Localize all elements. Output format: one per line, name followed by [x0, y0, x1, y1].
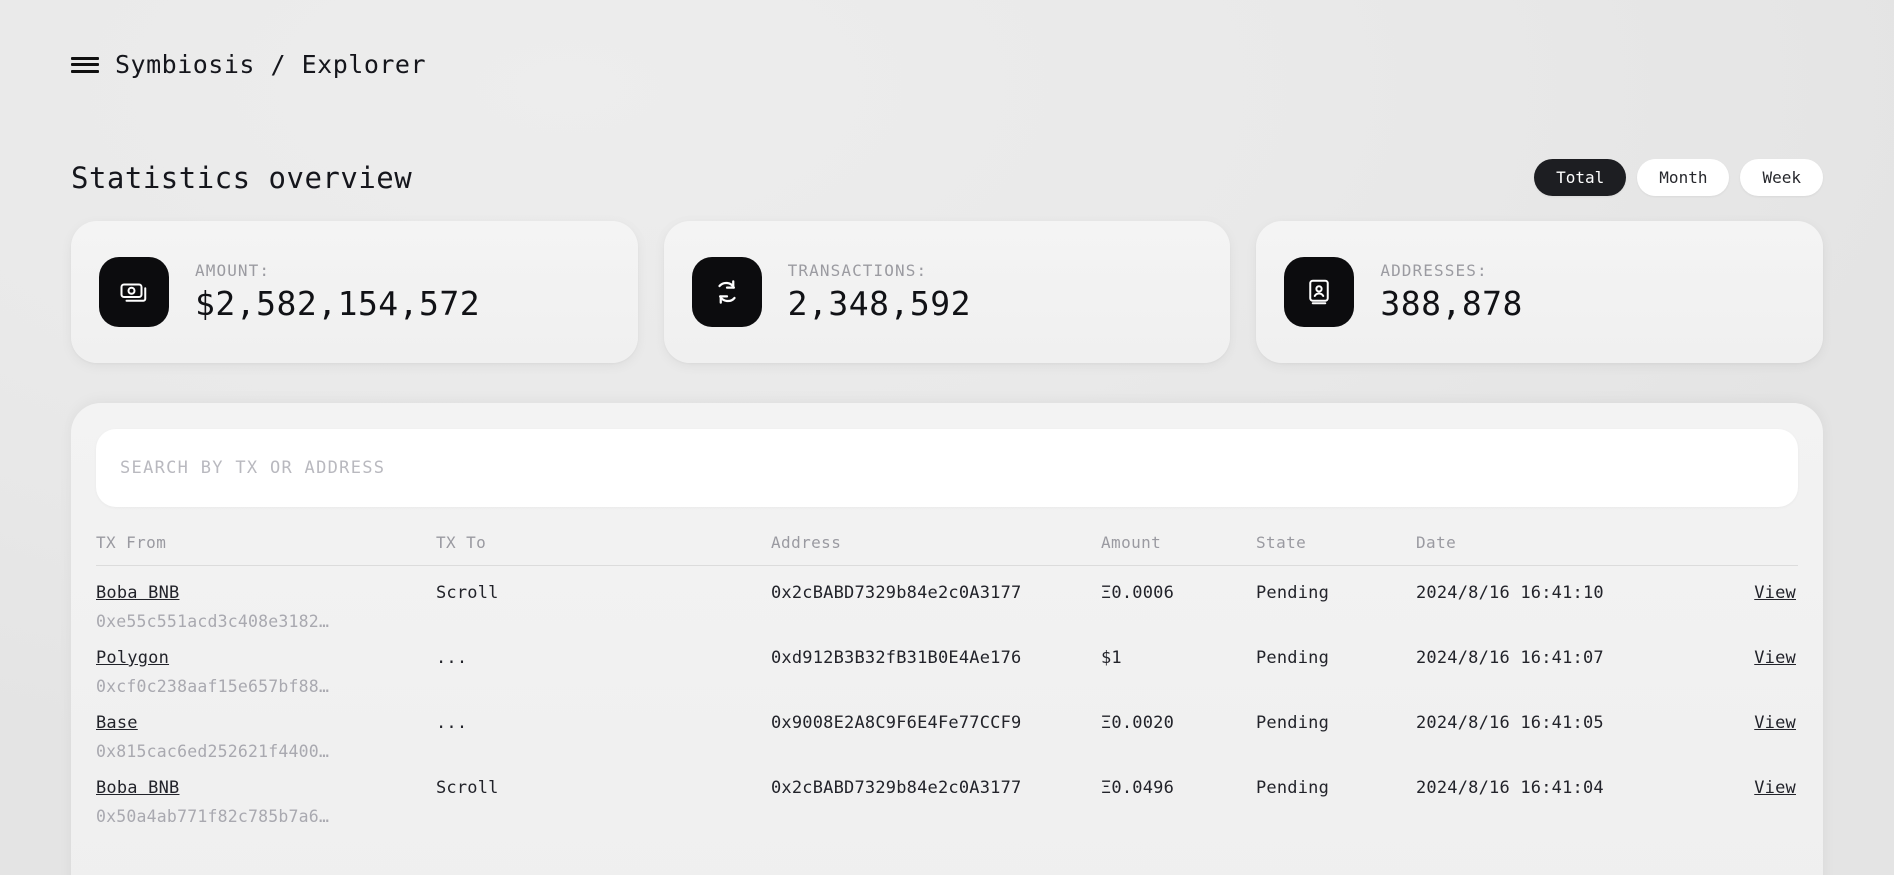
table-row: Base 0x815cac6ed252621f4400… ... 0x9008E…	[96, 696, 1798, 761]
view-transaction-link[interactable]: View	[1754, 648, 1798, 668]
stat-value-amount: $2,582,154,572	[195, 284, 481, 323]
table-header-row: TX From TX To Address Amount State Date	[96, 533, 1798, 566]
swap-arrows-icon	[691, 257, 762, 327]
column-header-tx-from: TX From	[96, 533, 436, 566]
tx-from-chain-link[interactable]: Polygon	[96, 648, 169, 668]
top-bar: Symbiosis / Explorer	[0, 0, 1894, 79]
cell-action: View	[1691, 761, 1798, 826]
cell-amount: Ξ0.0496	[1101, 778, 1175, 798]
range-filter-total[interactable]: Total	[1534, 159, 1627, 196]
search-input[interactable]	[96, 429, 1798, 507]
cell-tx-to: Scroll	[436, 778, 499, 798]
banknote-icon	[99, 257, 169, 327]
cell-tx-from: Boba BNB 0x50a4ab771f82c785b7a6…	[96, 761, 436, 826]
page-title: Statistics overview	[71, 160, 413, 195]
tx-from-hash: 0x815cac6ed252621f4400…	[96, 742, 330, 761]
table-header: TX From TX To Address Amount State Date	[96, 533, 1798, 566]
table-body: Boba BNB 0xe55c551acd3c408e3182… Scroll …	[96, 566, 1798, 826]
cell-tx-from: Boba BNB 0xe55c551acd3c408e3182…	[96, 566, 436, 631]
cell-action: View	[1691, 631, 1798, 696]
address-book-icon	[1284, 257, 1355, 327]
column-header-action	[1691, 533, 1798, 566]
cell-amount: Ξ0.0020	[1101, 713, 1175, 733]
cell-tx-from: Base 0x815cac6ed252621f4400…	[96, 696, 436, 761]
hamburger-bar	[71, 63, 99, 66]
view-transaction-link[interactable]: View	[1754, 778, 1798, 798]
tx-from-chain-link[interactable]: Boba BNB	[96, 583, 179, 603]
cell-tx-from: Polygon 0xcf0c238aaf15e657bf88…	[96, 631, 436, 696]
view-transaction-link[interactable]: View	[1754, 713, 1798, 733]
status-badge: Pending	[1256, 778, 1330, 798]
stat-value-addresses: 388,878	[1380, 284, 1523, 323]
stat-card-addresses: ADDRESSES: 388,878	[1256, 221, 1824, 363]
hamburger-bar	[71, 56, 99, 60]
statistics-header: Statistics overview Total Month Week	[71, 159, 1823, 196]
range-filter-week[interactable]: Week	[1740, 159, 1823, 196]
cell-address: 0xd912B3B32fB31B0E4Ae176	[771, 648, 1022, 668]
tx-from-chain-link[interactable]: Boba BNB	[96, 778, 179, 798]
tx-from-hash: 0xe55c551acd3c408e3182…	[96, 612, 330, 631]
stat-card-amount: AMOUNT: $2,582,154,572	[71, 221, 638, 363]
stat-label-transactions: TRANSACTIONS:	[787, 261, 928, 280]
cell-tx-to: Scroll	[436, 583, 499, 603]
stat-label-addresses: ADDRESSES:	[1380, 261, 1488, 280]
cell-tx-to: ...	[436, 648, 468, 668]
statistics-cards: AMOUNT: $2,582,154,572 TRANSACTIONS: 2,3…	[71, 221, 1824, 363]
stat-card-transactions: TRANSACTIONS: 2,348,592	[663, 221, 1231, 363]
cell-address: 0x2cBABD7329b84e2c0A3177	[771, 778, 1022, 798]
table-row: Polygon 0xcf0c238aaf15e657bf88… ... 0xd9…	[96, 631, 1798, 696]
range-filter-group: Total Month Week	[1534, 159, 1823, 196]
stat-label-amount: AMOUNT:	[195, 261, 271, 280]
status-badge: Pending	[1256, 583, 1330, 603]
column-header-tx-to: TX To	[436, 533, 771, 566]
cell-action: View	[1691, 566, 1798, 632]
cell-date: 2024/8/16 16:41:10	[1416, 583, 1604, 603]
transactions-panel: TX From TX To Address Amount State Date …	[71, 403, 1823, 875]
cell-amount: Ξ0.0006	[1101, 583, 1175, 603]
tx-from-chain-link[interactable]: Base	[96, 713, 138, 733]
cell-address: 0x2cBABD7329b84e2c0A3177	[771, 583, 1022, 603]
tx-from-hash: 0x50a4ab771f82c785b7a6…	[96, 807, 330, 826]
stat-value-transactions: 2,348,592	[787, 284, 971, 323]
status-badge: Pending	[1256, 648, 1330, 668]
cell-amount: $1	[1101, 648, 1122, 668]
view-transaction-link[interactable]: View	[1754, 583, 1798, 603]
range-filter-month[interactable]: Month	[1637, 159, 1730, 196]
status-badge: Pending	[1256, 713, 1330, 733]
cell-tx-to: ...	[436, 713, 468, 733]
column-header-address: Address	[771, 533, 1101, 566]
column-header-date: Date	[1416, 533, 1691, 566]
brand-title[interactable]: Symbiosis / Explorer	[115, 50, 426, 79]
cell-date: 2024/8/16 16:41:05	[1416, 713, 1604, 733]
cell-action: View	[1691, 696, 1798, 761]
table-row: Boba BNB 0x50a4ab771f82c785b7a6… Scroll …	[96, 761, 1798, 826]
cell-address: 0x9008E2A8C9F6E4Fe77CCF9	[771, 713, 1022, 733]
hamburger-bar	[71, 69, 99, 73]
column-header-state: State	[1256, 533, 1416, 566]
cell-date: 2024/8/16 16:41:07	[1416, 648, 1604, 668]
cell-date: 2024/8/16 16:41:04	[1416, 778, 1604, 798]
table-row: Boba BNB 0xe55c551acd3c408e3182… Scroll …	[96, 566, 1798, 632]
hamburger-menu-icon[interactable]	[71, 55, 99, 75]
tx-from-hash: 0xcf0c238aaf15e657bf88…	[96, 677, 330, 696]
column-header-amount: Amount	[1101, 533, 1256, 566]
transactions-table: TX From TX To Address Amount State Date …	[96, 533, 1798, 826]
